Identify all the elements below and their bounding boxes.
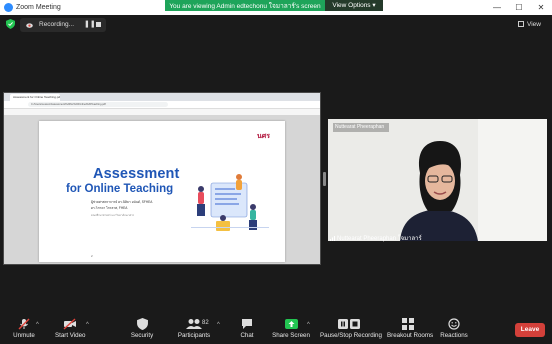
slide-title-line2: for Online Teaching — [66, 183, 174, 195]
share-screen-label: Share Screen — [272, 332, 310, 339]
browser-tab[interactable]: Assessment for Online Teaching.pdf — [10, 94, 60, 101]
share-options-caret-icon[interactable]: ^ — [307, 322, 310, 328]
unmute-label: Unmute — [13, 332, 35, 339]
security-button[interactable]: Security — [128, 318, 156, 339]
shared-screen: Assessment for Online Teaching.pdf C:/Us… — [3, 92, 321, 265]
close-button[interactable]: ✕ — [530, 0, 552, 15]
pause-stop-recording-icon — [338, 319, 360, 329]
shield-icon[interactable] — [6, 19, 15, 29]
start-video-label: Start Video — [55, 332, 86, 339]
share-banner-text: You are viewing Admin edtechonu ใจมาลาร์… — [169, 2, 321, 10]
chat-button[interactable]: Chat — [237, 318, 257, 339]
view-label: View — [527, 21, 541, 28]
participants-icon — [186, 319, 202, 329]
security-label: Security — [130, 332, 154, 339]
reactions-smiley-icon — [448, 318, 460, 330]
slide-logo: นศร — [257, 133, 270, 140]
video-options-caret-icon[interactable]: ^ — [86, 322, 89, 328]
share-screen-icon — [284, 319, 298, 329]
security-shield-icon — [136, 318, 148, 330]
maximize-button[interactable]: ☐ — [508, 0, 530, 15]
participants-caret-icon[interactable]: ^ — [217, 322, 220, 328]
participant-video[interactable] — [328, 119, 547, 241]
pause-stop-recording-button[interactable]: Pause/Stop Recording — [320, 318, 382, 339]
breakout-rooms-label: Breakout Rooms — [387, 332, 434, 339]
unmute-button[interactable]: Unmute — [10, 318, 38, 339]
slide-credit-line2: ดร.วิภาดา ไกรลาศ, FHEA — [91, 206, 128, 210]
recording-label: Recording... — [39, 21, 75, 28]
start-video-button[interactable]: Start Video — [55, 318, 86, 339]
zoom-app-icon — [4, 3, 13, 12]
participant-name: Nuttearat Pheeraphan ใจมาลาร์ — [330, 233, 422, 243]
pause-stop-recording-label: Pause/Stop Recording — [320, 332, 382, 339]
grid-view-icon — [518, 21, 524, 27]
reactions-button[interactable]: Reactions — [440, 318, 468, 339]
stop-recording-icon[interactable] — [96, 22, 101, 27]
slide-credit-line3: คณะศึกษาศาสตร์ มหาวิทยาลัยนเรศวร — [91, 214, 135, 217]
minimize-button[interactable]: — — [486, 0, 508, 15]
presentation-slide: นศร Assessment for Online Teaching ผู้ช่… — [39, 121, 285, 262]
participant-video-feed — [328, 119, 547, 241]
participant-name-text: Nuttearat Pheeraphan ใจมาลาร์ — [337, 236, 422, 242]
participants-label: Participants — [177, 332, 211, 339]
slide-page-number: 2 — [91, 254, 93, 258]
recording-indicator: Recording... ❚❚ — [20, 18, 106, 32]
breakout-rooms-icon — [402, 318, 414, 330]
signal-icon — [330, 236, 335, 241]
chat-label: Chat — [240, 332, 254, 339]
participants-count: 82 — [202, 320, 209, 326]
browser-tab-strip: Assessment for Online Teaching.pdf — [4, 93, 320, 101]
window-title: Zoom Meeting — [16, 4, 61, 11]
chat-bubble-icon — [242, 319, 252, 329]
reactions-label: Reactions — [440, 332, 468, 339]
slide-title-line1: Assessment — [93, 166, 180, 182]
pause-recording-icon[interactable]: ❚❚ — [84, 20, 96, 30]
breakout-rooms-button[interactable]: Breakout Rooms — [387, 318, 434, 339]
online-teaching-illustration — [191, 174, 269, 231]
view-options-button[interactable]: View Options ▾ — [325, 0, 383, 11]
url-field[interactable]: C:/Users/Lesson/Assessment%20for%20Onlin… — [28, 102, 168, 107]
leave-button[interactable]: Leave — [515, 323, 545, 337]
view-button[interactable]: View — [518, 19, 548, 31]
share-screen-button[interactable]: Share Screen — [272, 318, 310, 339]
video-off-icon — [63, 318, 76, 330]
cloud-recording-icon — [26, 23, 33, 28]
participant-tile-label: Nuttearat Pheeraphan — [333, 123, 389, 132]
slide-credit-line1: ผู้ช่วยศาสตราจารย์ ดร.นิติยา อนันต์, SFH… — [91, 200, 153, 204]
split-resize-handle[interactable] — [323, 172, 326, 186]
muted-microphone-icon — [18, 318, 30, 330]
audio-options-caret-icon[interactable]: ^ — [36, 322, 39, 328]
browser-address-bar: C:/Users/Lesson/Assessment%20for%20Onlin… — [4, 101, 320, 109]
